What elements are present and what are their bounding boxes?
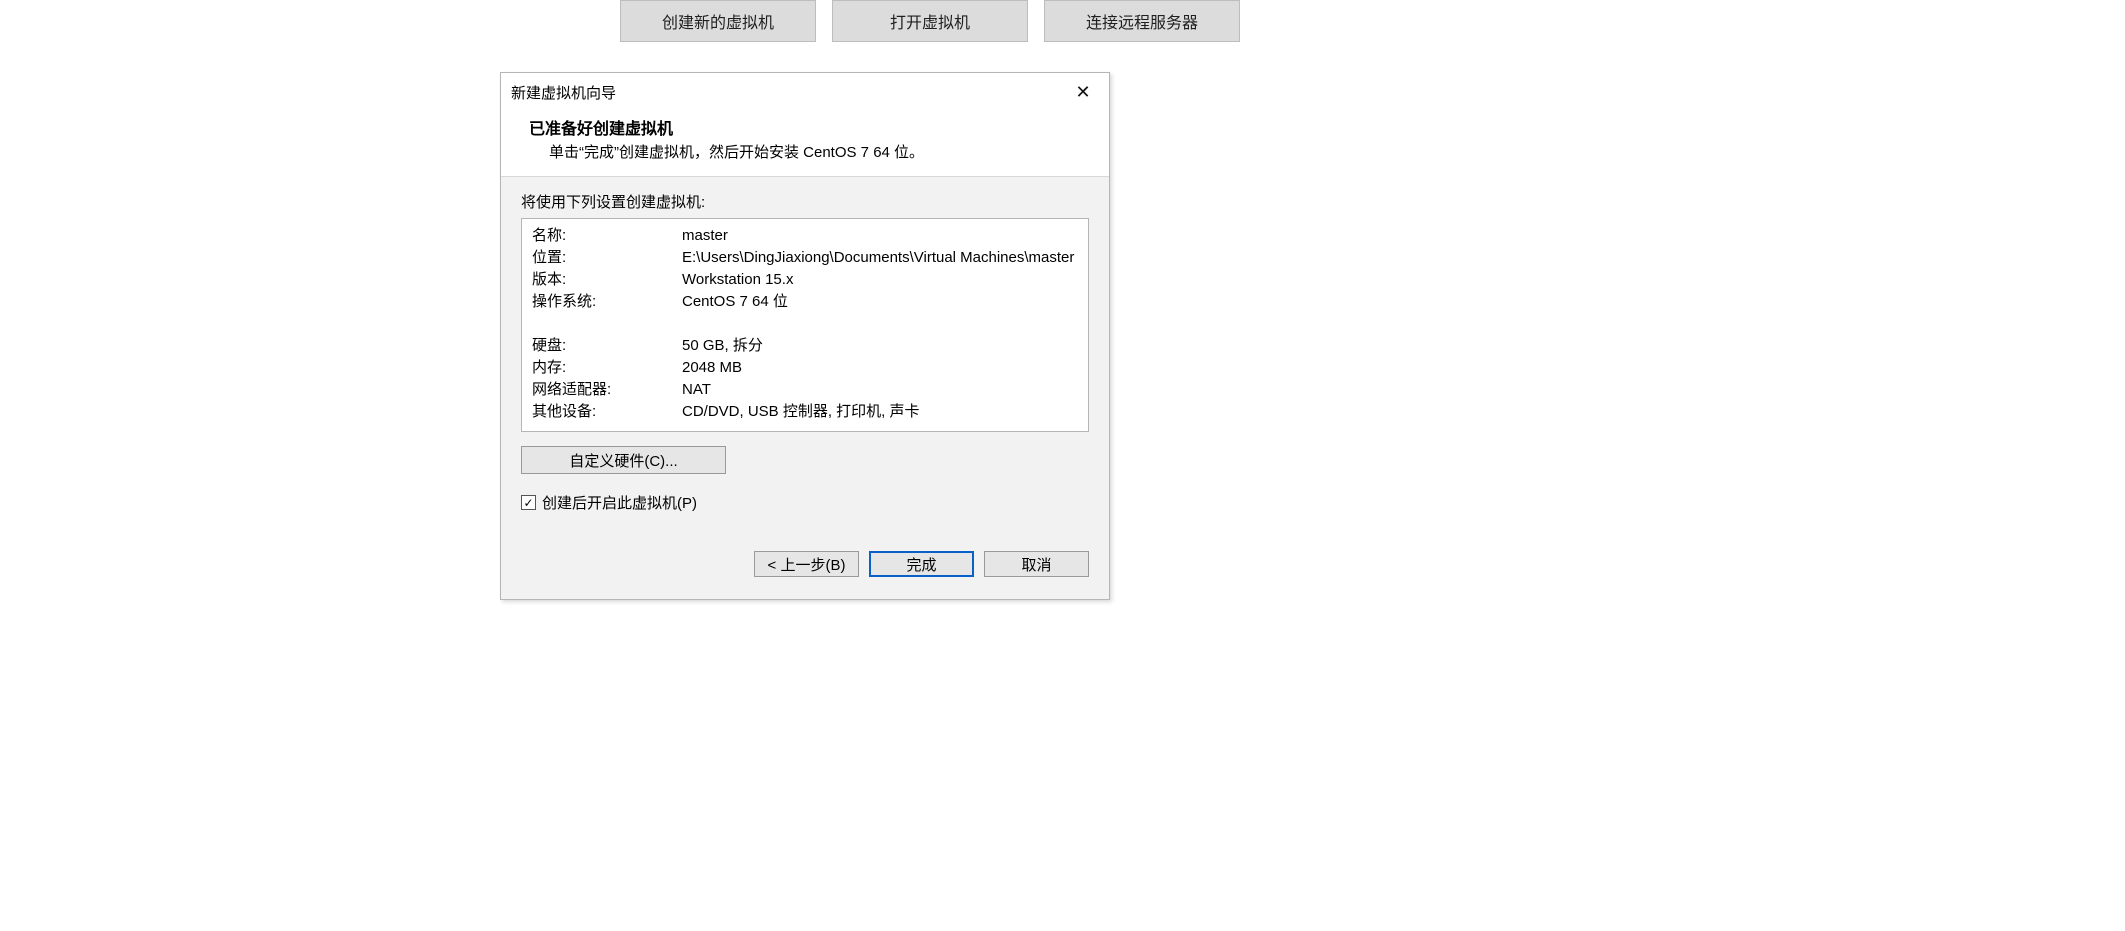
header-title: 已准备好创建虚拟机 [529, 115, 1091, 139]
summary-key: 名称: [532, 225, 682, 247]
connect-remote-button[interactable]: 连接远程服务器 [1044, 0, 1240, 42]
power-on-checkbox-row: ✓ 创建后开启此虚拟机(P) [521, 492, 1089, 513]
dialog-title: 新建虚拟机向导 [511, 82, 616, 103]
summary-value: CentOS 7 64 位 [682, 291, 1078, 313]
customize-hardware-button[interactable]: 自定义硬件(C)... [521, 446, 726, 474]
summary-key: 其他设备: [532, 401, 682, 423]
summary-value: 50 GB, 拆分 [682, 335, 1078, 357]
dialog-header: 已准备好创建虚拟机 单击“完成”创建虚拟机，然后开始安装 CentOS 7 64… [501, 111, 1109, 177]
summary-key: 版本: [532, 269, 682, 291]
summary-value: Workstation 15.x [682, 269, 1078, 291]
summary-key: 操作系统: [532, 291, 682, 313]
summary-box: 名称: master 位置: E:\Users\DingJiaxiong\Doc… [521, 218, 1089, 432]
summary-row-disk: 硬盘: 50 GB, 拆分 [532, 335, 1078, 357]
dialog-titlebar: 新建虚拟机向导 ✕ [501, 73, 1109, 111]
open-vm-button[interactable]: 打开虚拟机 [832, 0, 1028, 42]
background-action-row: 创建新的虚拟机 打开虚拟机 连接远程服务器 [0, 0, 2125, 42]
power-on-checkbox[interactable]: ✓ [521, 495, 536, 510]
summary-key: 内存: [532, 357, 682, 379]
summary-row-network: 网络适配器: NAT [532, 379, 1078, 401]
summary-value: NAT [682, 379, 1078, 401]
summary-value: 2048 MB [682, 357, 1078, 379]
close-button[interactable]: ✕ [1063, 77, 1103, 107]
summary-key: 网络适配器: [532, 379, 682, 401]
summary-row-version: 版本: Workstation 15.x [532, 269, 1078, 291]
summary-row-spacer [532, 313, 1078, 335]
power-on-checkbox-label: 创建后开启此虚拟机(P) [542, 492, 697, 513]
check-icon: ✓ [523, 497, 533, 509]
close-icon: ✕ [1075, 82, 1090, 103]
summary-row-os: 操作系统: CentOS 7 64 位 [532, 291, 1078, 313]
create-vm-button[interactable]: 创建新的虚拟机 [620, 0, 816, 42]
summary-row-location: 位置: E:\Users\DingJiaxiong\Documents\Virt… [532, 247, 1078, 269]
dialog-body: 将使用下列设置创建虚拟机: 名称: master 位置: E:\Users\Di… [501, 177, 1109, 599]
back-button[interactable]: < 上一步(B) [754, 551, 859, 577]
wizard-dialog: 新建虚拟机向导 ✕ 已准备好创建虚拟机 单击“完成”创建虚拟机，然后开始安装 C… [500, 72, 1110, 600]
summary-row-other: 其他设备: CD/DVD, USB 控制器, 打印机, 声卡 [532, 401, 1078, 423]
summary-row-name: 名称: master [532, 225, 1078, 247]
header-subtitle: 单击“完成”创建虚拟机，然后开始安装 CentOS 7 64 位。 [529, 141, 1091, 162]
summary-value: master [682, 225, 1078, 247]
finish-button[interactable]: 完成 [869, 551, 974, 577]
summary-key: 硬盘: [532, 335, 682, 357]
summary-row-memory: 内存: 2048 MB [532, 357, 1078, 379]
summary-value: CD/DVD, USB 控制器, 打印机, 声卡 [682, 401, 1078, 423]
summary-label: 将使用下列设置创建虚拟机: [521, 191, 1089, 212]
summary-value: E:\Users\DingJiaxiong\Documents\Virtual … [682, 247, 1078, 269]
dialog-footer: < 上一步(B) 完成 取消 [521, 551, 1089, 577]
cancel-button[interactable]: 取消 [984, 551, 1089, 577]
summary-key: 位置: [532, 247, 682, 269]
